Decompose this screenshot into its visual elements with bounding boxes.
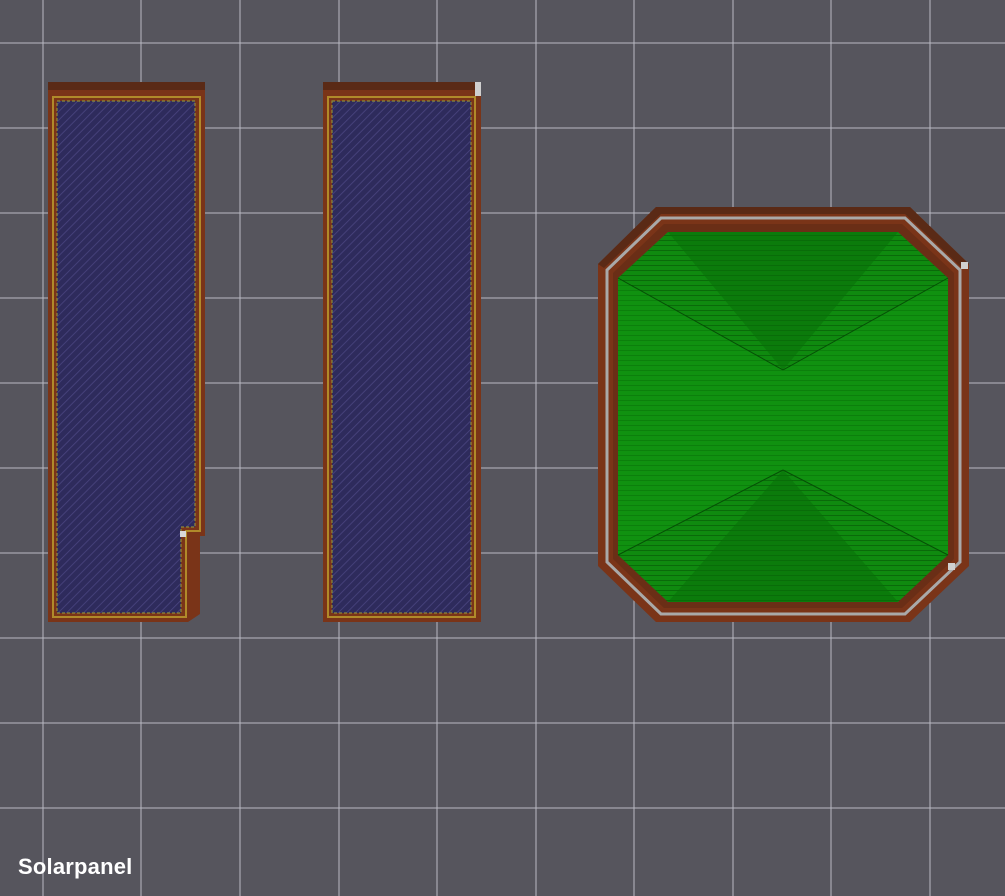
slicer-preview-viewport[interactable]: Solarpanel [0,0,1005,896]
panel-middle-infill [332,101,471,613]
panel-left[interactable] [48,82,205,622]
print-bed-scene[interactable] [0,0,1005,896]
panel-right[interactable] [598,207,969,622]
panel-middle-seam-marker [475,82,481,96]
viewport-label: Solarpanel [18,854,133,879]
panel-middle[interactable] [323,82,481,622]
panel-left-seam-marker [180,531,186,537]
panel-left-infill [57,101,195,613]
panel-right-seam-marker-bottom [948,563,955,570]
panel-right-seam-marker-top [961,262,968,269]
